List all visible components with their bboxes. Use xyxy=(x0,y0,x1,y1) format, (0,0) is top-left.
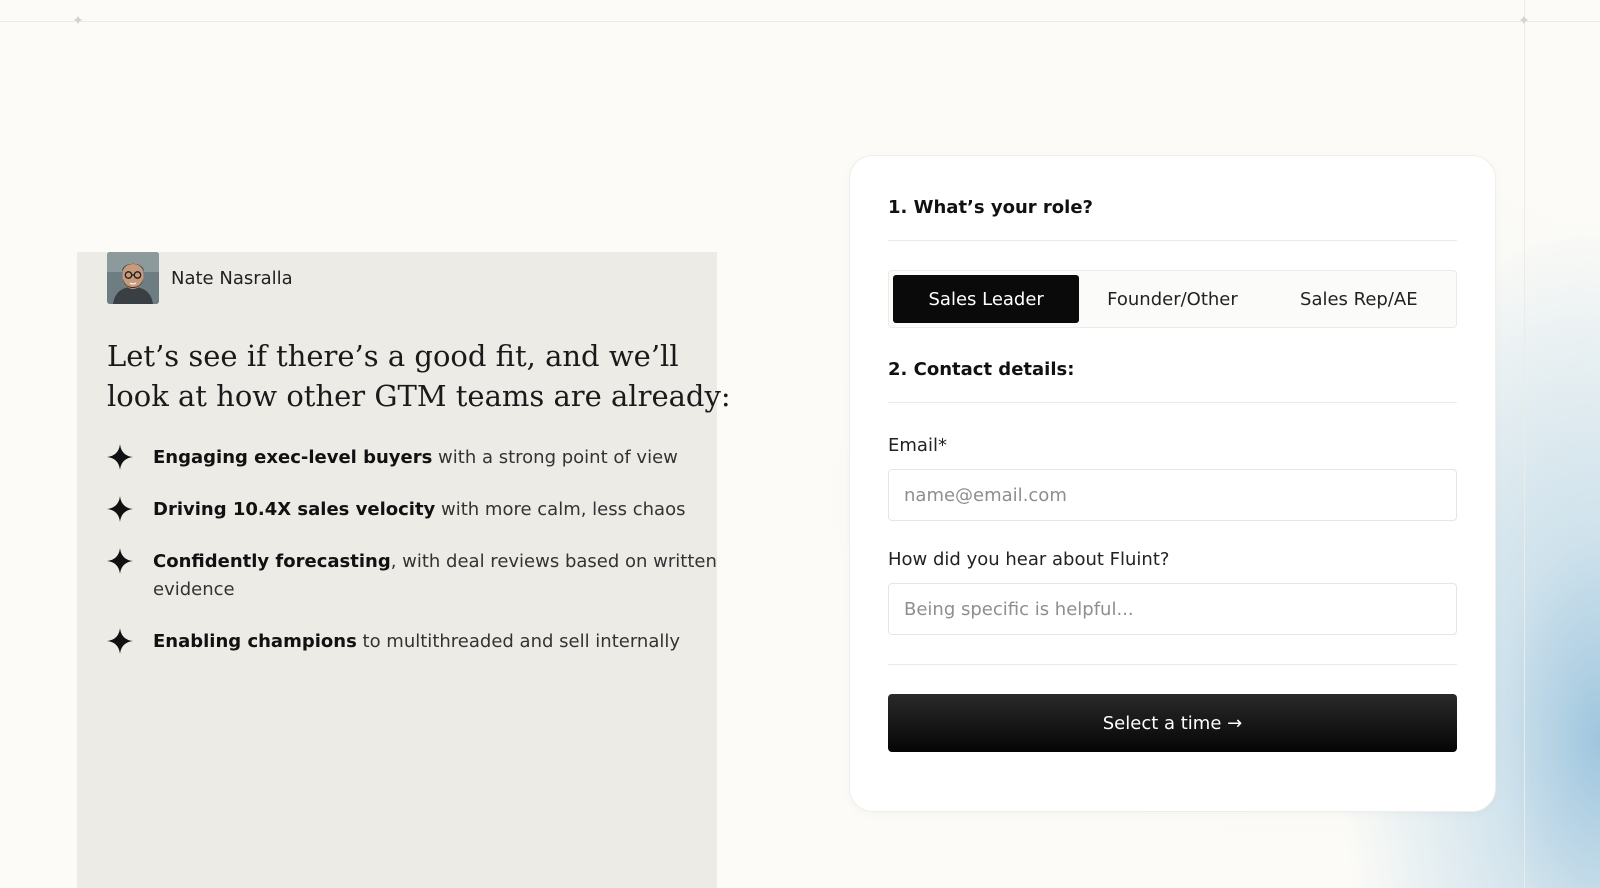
guide-line-right xyxy=(1524,0,1525,888)
list-item-rest: to multithreaded and sell internally xyxy=(356,631,681,652)
four-point-star-icon xyxy=(107,444,133,470)
role-section-title: 1. What’s your role? xyxy=(888,197,1093,218)
list-item-bold: Confidently forecasting xyxy=(153,551,391,572)
contact-section-title: 2. Contact details: xyxy=(888,359,1075,380)
email-label: Email* xyxy=(888,435,947,456)
referral-source-label: How did you hear about Fluint? xyxy=(888,549,1170,570)
divider xyxy=(888,240,1457,241)
list-item-bold: Engaging exec-level buyers xyxy=(153,447,433,468)
list-item-rest: with a strong point of view xyxy=(432,447,678,468)
role-option-sales-leader[interactable]: Sales Leader xyxy=(893,275,1080,323)
avatar xyxy=(107,252,159,304)
benefit-list: Engaging exec-level buyers with a strong… xyxy=(107,444,747,656)
role-option-sales-rep-ae[interactable]: Sales Rep/AE xyxy=(1266,275,1452,323)
author: Nate Nasralla xyxy=(107,252,747,304)
guide-line-top xyxy=(0,21,1600,22)
list-item-bold: Driving 10.4X sales velocity xyxy=(153,499,436,520)
author-name: Nate Nasralla xyxy=(171,267,293,289)
intro-section: Nate Nasralla Let’s see if there’s a goo… xyxy=(107,252,747,680)
select-a-time-button[interactable]: Select a time → xyxy=(888,694,1457,752)
list-item: Driving 10.4X sales velocity with more c… xyxy=(107,496,747,524)
avatar-portrait xyxy=(107,252,159,304)
divider xyxy=(888,402,1457,403)
headline: Let’s see if there’s a good fit, and we’… xyxy=(107,339,731,413)
email-field[interactable] xyxy=(888,469,1457,521)
list-item-text: Enabling champions to multithreaded and … xyxy=(153,628,723,656)
four-point-star-icon xyxy=(107,628,133,654)
list-item-rest: with more calm, less chaos xyxy=(435,499,686,520)
corner-star-icon: ✦ xyxy=(72,13,84,29)
list-item: Engaging exec-level buyers with a strong… xyxy=(107,444,747,472)
corner-star-icon: ✦ xyxy=(1518,13,1530,29)
list-item-bold: Enabling champions xyxy=(153,631,357,652)
signup-form-card: 1. What’s your role? Sales Leader Founde… xyxy=(849,155,1496,812)
role-option-founder-other[interactable]: Founder/Other xyxy=(1079,275,1265,323)
list-item-text: Driving 10.4X sales velocity with more c… xyxy=(153,496,723,524)
divider xyxy=(888,664,1457,665)
list-item: Confidently forecasting, with deal revie… xyxy=(107,548,747,604)
list-item-text: Confidently forecasting, with deal revie… xyxy=(153,548,723,604)
referral-source-field[interactable] xyxy=(888,583,1457,635)
four-point-star-icon xyxy=(107,548,133,574)
list-item-text: Engaging exec-level buyers with a strong… xyxy=(153,444,723,472)
four-point-star-icon xyxy=(107,496,133,522)
list-item: Enabling champions to multithreaded and … xyxy=(107,628,747,656)
role-selector: Sales Leader Founder/Other Sales Rep/AE xyxy=(888,270,1457,328)
